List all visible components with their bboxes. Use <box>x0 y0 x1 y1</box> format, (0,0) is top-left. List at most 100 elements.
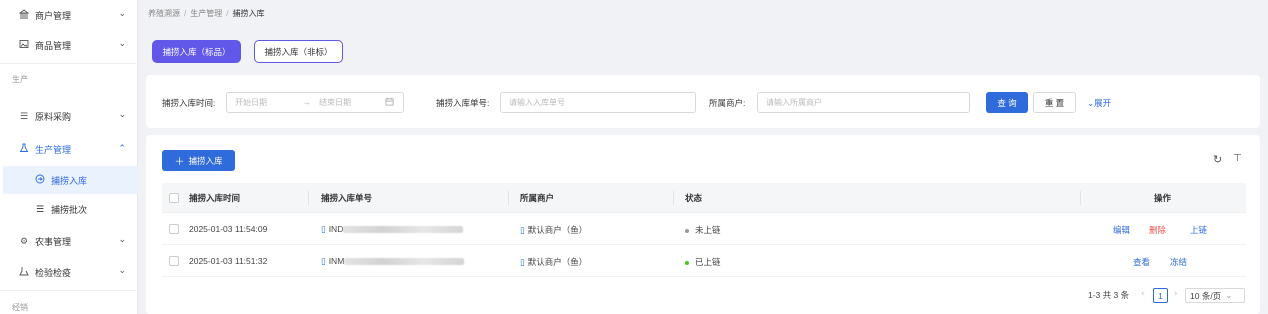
document-icon: ▯ <box>520 257 525 267</box>
chevron-down-icon: ⌄ <box>118 266 126 276</box>
sidebar-item-inspection[interactable]: 检验检疫 ⌄ <box>0 257 138 287</box>
status-text: 已上链 <box>695 257 721 267</box>
breadcrumb-separator: / <box>226 9 229 18</box>
chevron-down-icon: ⌄ <box>1225 290 1233 301</box>
start-date-input[interactable]: 开始日期 <box>235 97 303 108</box>
cell-merchant: ▯ 默认商户（鱼） <box>520 256 587 268</box>
table-row[interactable]: 2025-01-03 11:51:32 ▯ INM ▯ 默认商户（鱼） 已上链 查看… <box>162 245 1246 277</box>
row-checkbox[interactable] <box>169 256 179 266</box>
enter-icon <box>34 174 46 186</box>
sidebar-item-production[interactable]: 生产管理 ⌃ <box>0 134 138 164</box>
date-range-picker[interactable]: 开始日期 → 结束日期 <box>226 92 404 113</box>
sidebar-item-label: 检验检疫 <box>35 267 72 278</box>
status-text: 未上链 <box>695 225 721 235</box>
merchant-name: 默认商户（鱼） <box>527 225 588 235</box>
breadcrumb-current: 捕捞入库 <box>232 9 265 18</box>
chain-link[interactable]: 上链 <box>1190 224 1207 236</box>
table-panel: ＋捕捞入库 ↻ ⊤ 捕捞入库时间 捕捞入库单号 所属商户 状态 操作 2025-… <box>146 135 1260 314</box>
column-header[interactable]: 捕捞入库单号 <box>321 192 372 204</box>
column-header[interactable]: 状态 <box>685 192 702 204</box>
next-page-icon[interactable]: › <box>1174 289 1177 299</box>
sidebar-item-label: 生产管理 <box>35 144 72 155</box>
chevron-up-icon: ⌃ <box>118 144 126 154</box>
page-button-current[interactable]: 1 <box>1153 288 1168 303</box>
breadcrumb-item[interactable]: 养殖溯源 <box>148 9 180 18</box>
redacted-text <box>343 226 464 234</box>
chevron-down-icon: ⌄ <box>118 9 126 19</box>
refresh-icon[interactable]: ↻ <box>1213 153 1222 166</box>
view-link[interactable]: 查看 <box>1133 256 1150 268</box>
group-label-production: 生产 <box>12 75 28 84</box>
merchant-input[interactable]: 请输入所属商户 <box>757 92 970 113</box>
cell-time: 2025-01-03 11:51:32 <box>189 256 268 266</box>
document-icon: ▯ <box>321 256 326 266</box>
list-icon: ☰ <box>19 110 29 121</box>
redacted-text <box>344 258 465 266</box>
add-button-label: 捕捞入库 <box>188 155 223 166</box>
row-checkbox[interactable] <box>169 224 179 234</box>
column-divider <box>673 191 674 205</box>
select-all-checkbox[interactable] <box>169 193 179 203</box>
time-filter-label: 捕捞入库时间: <box>162 98 216 108</box>
filter-panel: 捕捞入库时间: 开始日期 → 结束日期 捕捞入库单号: 请输入入库单号 所属商户… <box>146 75 1260 128</box>
chevron-down-icon: ⌄ <box>118 110 126 120</box>
column-header[interactable]: 捕捞入库时间 <box>189 192 240 204</box>
query-button[interactable]: 查 询 <box>986 92 1028 113</box>
sidebar-subitem-catch-batch[interactable]: ☰ 捕捞批次 <box>0 195 138 223</box>
table-row[interactable]: 2025-01-03 11:54:09 ▯ IND ▯ 默认商户（鱼） 未上链 编辑… <box>162 213 1246 245</box>
column-header[interactable]: 所属商户 <box>520 192 554 204</box>
end-date-input[interactable]: 结束日期 <box>319 97 385 108</box>
table-header: 捕捞入库时间 捕捞入库单号 所属商户 状态 操作 <box>162 183 1246 213</box>
sidebar-item-label: 商品管理 <box>35 40 72 51</box>
sidebar-item-farming[interactable]: ⚙ 农事管理 ⌄ <box>0 226 138 256</box>
page-size-select[interactable]: 10 条/页 ⌄ <box>1185 288 1245 303</box>
tab-non-standard[interactable]: 捕捞入库（非标） <box>254 40 343 63</box>
sidebar-item-label: 商户管理 <box>35 10 72 21</box>
page-size-value: 10 条/页 <box>1190 290 1222 301</box>
image-icon <box>18 39 30 51</box>
sidebar-item-goods[interactable]: 商品管理 ⌄ <box>0 30 138 60</box>
breadcrumb-separator: / <box>184 9 187 18</box>
column-height-icon[interactable]: ⊤ <box>1233 153 1242 164</box>
cell-merchant: ▯ 默认商户（鱼） <box>520 224 587 236</box>
reset-button[interactable]: 重 置 <box>1033 92 1076 113</box>
column-header: 操作 <box>1154 193 1172 203</box>
column-divider <box>1080 191 1081 205</box>
bank-icon <box>18 9 30 21</box>
breadcrumb-item[interactable]: 生产管理 <box>190 9 222 18</box>
gear-icon: ⚙ <box>19 235 29 246</box>
document-icon: ▯ <box>321 224 326 234</box>
expand-toggle[interactable]: ⌄展开 <box>1087 97 1111 109</box>
sidebar-subitem-label: 捕捞入库 <box>51 175 88 186</box>
delete-link[interactable]: 删除 <box>1149 224 1166 236</box>
cell-status: 已上链 <box>685 256 721 268</box>
sidebar-item-purchase[interactable]: ☰ 原料采购 ⌄ <box>0 101 138 131</box>
cell-order-number: ▯ INM <box>321 256 465 267</box>
column-divider <box>308 191 309 205</box>
add-catch-storage-button[interactable]: ＋捕捞入库 <box>162 150 235 171</box>
cell-time: 2025-01-03 11:54:09 <box>189 224 268 234</box>
pagination-summary: 1-3 共 3 条 <box>1088 290 1130 300</box>
freeze-link[interactable]: 冻结 <box>1170 256 1187 268</box>
cell-status: 未上链 <box>685 224 721 236</box>
expand-label: 展开 <box>1094 98 1112 108</box>
merchant-name: 默认商户（鱼） <box>527 257 588 267</box>
order-prefix: INM <box>328 256 345 266</box>
sidebar-subitem-catch-storage[interactable]: 捕捞入库 <box>3 166 138 194</box>
sidebar-item-label: 农事管理 <box>35 236 72 247</box>
sidebar-item-merchant[interactable]: 商户管理 ⌄ <box>0 0 138 30</box>
merchant-filter-label: 所属商户: <box>709 98 746 108</box>
order-number-input[interactable]: 请输入入库单号 <box>500 92 696 113</box>
group-label-sales: 经销 <box>12 303 28 312</box>
sidebar-subitem-label: 捕捞批次 <box>51 204 88 215</box>
edit-link[interactable]: 编辑 <box>1113 224 1130 236</box>
prev-page-icon[interactable]: ‹ <box>1141 289 1144 299</box>
chevron-down-icon: ⌄ <box>118 235 126 245</box>
arrow-icon: → <box>303 98 311 107</box>
status-dot <box>685 260 689 265</box>
calendar-icon <box>385 97 394 108</box>
status-dot <box>685 228 689 233</box>
tab-standard[interactable]: 捕捞入库（标品） <box>152 40 241 63</box>
document-icon: ▯ <box>520 225 525 235</box>
cell-order-number: ▯ IND <box>321 224 464 235</box>
